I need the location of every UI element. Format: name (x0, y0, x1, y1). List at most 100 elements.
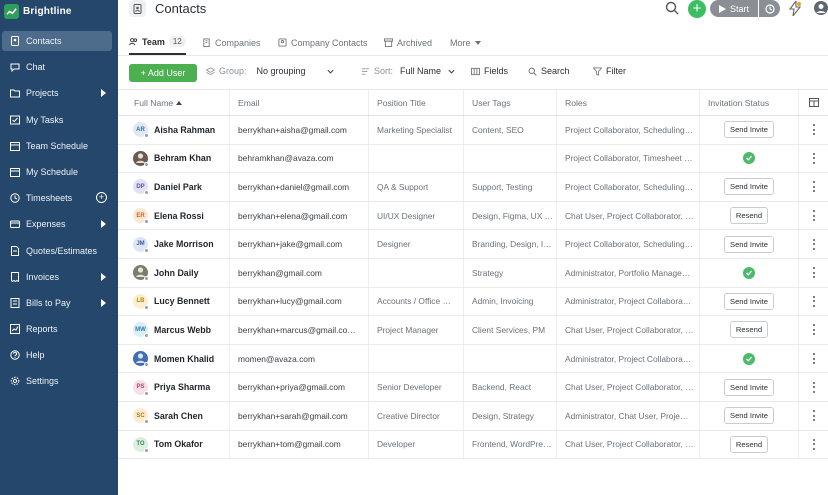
position-cell: Project Manager (369, 316, 464, 344)
sidebar-item-timesheets[interactable]: Timesheets + (2, 188, 112, 208)
tab-company-contacts-label: Company Contacts (291, 37, 368, 48)
name-cell[interactable]: AR Aisha Rahman (118, 116, 230, 144)
sidebar-item-my-schedule[interactable]: My Schedule (2, 162, 112, 182)
name-cell[interactable]: DP Daniel Park (118, 173, 230, 201)
email-cell: berrykhan@gmail.com (230, 258, 369, 287)
sidebar-item-bills-to-pay[interactable]: Bills to Pay (2, 293, 112, 313)
more-options-icon[interactable] (812, 124, 815, 136)
table-row[interactable]: AR Aisha Rahman berrykhan+aisha@gmail.com M… (118, 116, 828, 145)
more-options-icon[interactable] (812, 353, 815, 365)
send-invite-button[interactable]: Send Invite (724, 235, 774, 253)
more-options-icon[interactable] (812, 267, 815, 279)
tab-company-contacts[interactable]: Company Contacts (278, 30, 368, 55)
group-select[interactable]: Group: No grouping (206, 66, 335, 76)
sidebar-item-quotes-estimates[interactable]: Quotes/Estimates (2, 241, 112, 261)
contacts-icon (10, 36, 20, 46)
more-options-icon[interactable] (812, 152, 815, 164)
search-button[interactable]: Search (528, 66, 570, 76)
sidebar-item-my-tasks[interactable]: My Tasks (2, 110, 112, 130)
column-header-full-name-label: Full Name (134, 97, 174, 108)
send-invite-button[interactable]: Send Invite (724, 378, 774, 396)
invoice-icon (10, 271, 20, 282)
sidebar-item-reports[interactable]: Reports (2, 319, 112, 339)
more-options-icon[interactable] (812, 324, 815, 336)
more-options-icon[interactable] (812, 381, 815, 393)
filter-button[interactable]: Filter (593, 66, 626, 76)
table-row[interactable]: Behram Khan behramkhan@avaza.com Project C… (118, 144, 828, 174)
name-cell[interactable]: Behram Khan (118, 144, 230, 173)
more-options-icon[interactable] (812, 238, 815, 250)
column-settings-button[interactable] (799, 90, 828, 115)
start-timer-button[interactable]: Start (710, 0, 758, 17)
tab-more[interactable]: More (450, 30, 481, 55)
filter-label: Filter (606, 66, 626, 76)
more-options-icon[interactable] (812, 295, 815, 307)
user-avatar[interactable] (814, 1, 828, 15)
table-row[interactable]: Momen Khalid momen@avaza.com Administrator… (118, 344, 828, 374)
timer-history-button[interactable] (759, 0, 780, 17)
name-cell[interactable]: ER Elena Rossi (118, 201, 230, 230)
resend-invite-button[interactable]: Resend (729, 321, 769, 339)
sidebar-item-chat[interactable]: Chat (2, 57, 112, 77)
column-header-full-name[interactable]: Full Name (118, 90, 230, 115)
table-row[interactable]: DP Daniel Park berrykhan+daniel@gmail.com Q… (118, 173, 828, 202)
column-header-invitation-status[interactable]: Invitation Status (700, 90, 799, 115)
column-header-roles[interactable]: Roles (557, 90, 700, 115)
avatar-initials: JM (136, 241, 145, 248)
add-timesheet-icon[interactable]: + (96, 192, 107, 204)
notifications-bolt-icon[interactable] (788, 0, 802, 18)
chevron-right-icon[interactable] (101, 220, 106, 229)
name-cell[interactable]: LB Lucy Bennett (118, 287, 230, 316)
column-header-user-tags[interactable]: User Tags (464, 90, 557, 115)
sort-select[interactable]: Sort: Full Name (361, 66, 456, 76)
more-options-icon[interactable] (812, 438, 815, 450)
search-icon[interactable] (665, 1, 679, 15)
table-row[interactable]: MW Marcus Webb berrykhan+marcus@gmail.co… P… (118, 316, 828, 345)
name-cell[interactable]: TO Tom Okafor (118, 430, 230, 459)
user-tags-cell: Design, Figma, UX … (464, 201, 557, 230)
name-cell[interactable]: John Daily (118, 258, 230, 287)
resend-invite-button[interactable]: Resend (729, 207, 769, 225)
resend-invite-button[interactable]: Resend (729, 435, 769, 453)
send-invite-button[interactable]: Send Invite (724, 292, 774, 310)
sidebar-item-projects[interactable]: Projects (2, 83, 112, 103)
app-root: Brightline Contacts Chat Projects My Tasks T… (0, 0, 828, 495)
chevron-right-icon[interactable] (101, 298, 106, 307)
sidebar-item-team-schedule[interactable]: Team Schedule (2, 136, 112, 156)
name-cell[interactable]: Momen Khalid (118, 344, 230, 373)
table-row[interactable]: LB Lucy Bennett berrykhan+lucy@gmail.com Ac… (118, 287, 828, 317)
table-row[interactable]: JM Jake Morrison berrykhan+jake@gmail.com D… (118, 230, 828, 259)
fields-button[interactable]: Fields (471, 66, 508, 76)
table-row[interactable]: TO Tom Okafor berrykhan+tom@gmail.com Devel… (118, 430, 828, 460)
send-invite-button[interactable]: Send Invite (724, 407, 774, 425)
brand[interactable]: Brightline (0, 0, 118, 22)
table-row[interactable]: ER Elena Rossi berrykhan+elena@gmail.com UI… (118, 201, 828, 231)
sidebar-item-expenses[interactable]: Expenses (2, 214, 112, 234)
table-row[interactable]: PS Priya Sharma berrykhan+priya@gmail.com S… (118, 373, 828, 402)
name-cell[interactable]: PS Priya Sharma (118, 373, 230, 401)
sidebar-item-help[interactable]: Help (2, 345, 112, 365)
quick-add-button[interactable]: + (688, 0, 706, 18)
sidebar-item-invoices[interactable]: Invoices (2, 267, 112, 287)
more-options-icon[interactable] (812, 181, 815, 193)
sidebar-item-settings[interactable]: Settings (2, 371, 112, 391)
chevron-right-icon[interactable] (101, 89, 106, 98)
table-row[interactable]: John Daily berrykhan@gmail.com Strategy Adm… (118, 258, 828, 288)
tab-companies[interactable]: Companies (202, 30, 261, 55)
add-user-button[interactable]: + Add User (129, 64, 197, 82)
more-options-icon[interactable] (812, 410, 815, 422)
chevron-right-icon[interactable] (101, 272, 106, 281)
send-invite-button[interactable]: Send Invite (724, 121, 774, 139)
name-cell[interactable]: SC Sarah Chen (118, 401, 230, 430)
send-invite-button[interactable]: Send Invite (724, 178, 774, 196)
tab-team[interactable]: Team 12 (129, 30, 186, 55)
column-header-position[interactable]: Position Title (369, 90, 464, 115)
more-options-icon[interactable] (812, 210, 815, 222)
user-full-name: Elena Rossi (154, 210, 204, 221)
tab-archived[interactable]: Archived (384, 30, 432, 55)
name-cell[interactable]: JM Jake Morrison (118, 230, 230, 258)
column-header-email[interactable]: Email (230, 90, 369, 115)
table-row[interactable]: SC Sarah Chen berrykhan+sarah@gmail.com Cre… (118, 401, 828, 431)
name-cell[interactable]: MW Marcus Webb (118, 316, 230, 344)
sidebar-item-contacts[interactable]: Contacts (2, 31, 112, 51)
